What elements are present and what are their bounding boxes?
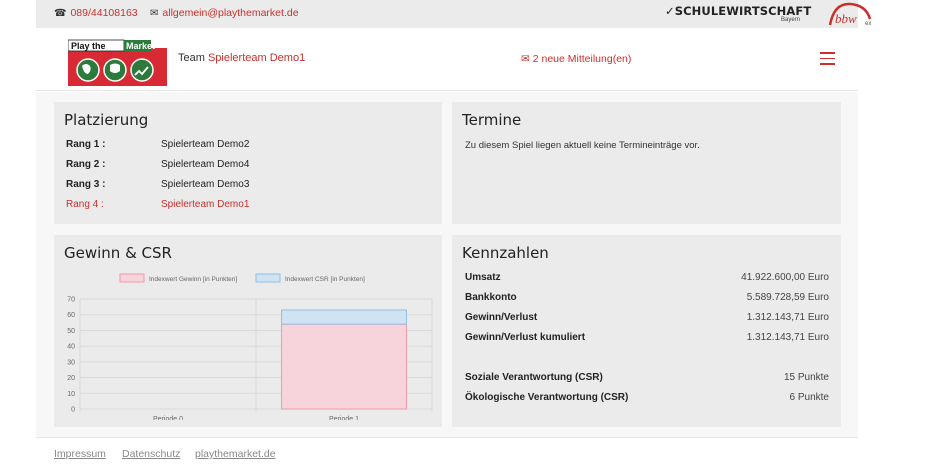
y-tick-label: 70 — [67, 297, 75, 304]
kennzahl-label: Ökologische Verantwortung (CSR) — [465, 392, 629, 403]
legend-swatch — [255, 273, 281, 283]
kennzahl-value: 15 Punkte — [783, 372, 829, 383]
termine-text: Zu diesem Spiel liegen aktuell keine Ter… — [465, 140, 700, 151]
svg-text:bbw: bbw — [835, 11, 857, 26]
email-address[interactable]: allgemein@playthemarket.de — [162, 7, 298, 19]
kennzahl-label: Soziale Verantwortung (CSR) — [465, 372, 603, 383]
check-circle-icon: ✓ — [665, 4, 675, 18]
logo-text-2: Market — [126, 41, 155, 51]
play-the-market-logo[interactable]: Play the Market — [68, 36, 167, 86]
logo-text-1: Play the — [71, 41, 106, 51]
team-name[interactable]: Spielerteam Demo1 — [208, 52, 305, 64]
team-info: Team Spielerteam Demo1 — [178, 52, 305, 64]
footer-link-datenschutz[interactable]: Datenschutz — [122, 448, 180, 460]
rank-team: Spielerteam Demo1 — [161, 199, 250, 210]
rank-label: Rang 4 : — [66, 199, 104, 210]
phone-icon: ☎ — [54, 7, 67, 19]
panel-title: Termine — [462, 111, 522, 129]
rank-label: Rang 1 : — [66, 139, 106, 150]
y-tick-label: 10 — [67, 391, 75, 398]
kennzahl-label: Gewinn/Verlust — [465, 312, 538, 323]
footer-link-website[interactable]: playthemarket.de — [195, 448, 276, 460]
footer: Impressum Datenschutz playthemarket.de — [36, 437, 858, 469]
kennzahl-value: 1.312.143,71 Euro — [746, 312, 829, 323]
panel-title: Platzierung — [64, 111, 149, 129]
legend-swatch — [119, 273, 145, 283]
kennzahl-value: 5.589.728,59 Euro — [746, 292, 829, 303]
messages-text[interactable]: 2 neue Mitteilung(en) — [533, 53, 632, 65]
bbw-logo[interactable]: bbw ex — [824, 1, 876, 27]
y-tick-label: 40 — [67, 344, 75, 351]
messages-link[interactable]: ✉ 2 neue Mitteilung(en) — [521, 53, 631, 65]
kennzahl-label: Bankkonto — [465, 292, 517, 303]
bar — [281, 309, 407, 325]
hamburger-menu-icon[interactable] — [820, 52, 835, 66]
kennzahl-label: Gewinn/Verlust kumuliert — [465, 332, 586, 343]
envelope-icon: ✉ — [521, 53, 530, 65]
email-link[interactable]: ✉ allgemein@playthemarket.de — [150, 7, 299, 19]
main-content: Platzierung Rang 1 : Spielerteam Demo2 R… — [36, 92, 858, 437]
bar — [281, 323, 407, 410]
legend-label: Indexwert CSR [in Punkten] — [285, 276, 365, 283]
phone-link[interactable]: ☎ 089/44108163 — [54, 7, 138, 19]
panel-title: Kennzahlen — [462, 244, 549, 262]
header: Play the Market Team Spielerteam Demo1 ✉… — [36, 28, 858, 91]
rank-label: Rang 2 : — [66, 159, 106, 170]
partner-sub: Bayern — [781, 17, 801, 23]
x-tick-label: Periode 1 — [329, 416, 359, 420]
gewinn-csr-chart: Indexwert Gewinn [in Punkten] Indexwert C… — [67, 273, 433, 420]
kennzahl-value: 1.312.143,71 Euro — [746, 332, 829, 343]
legend-label: Indexwert Gewinn [in Punkten] — [149, 276, 237, 283]
panel-title: Gewinn & CSR — [64, 244, 172, 262]
termine-panel: Termine Zu diesem Spiel liegen aktuell k… — [452, 102, 841, 224]
top-bar: ☎ 089/44108163 ✉ allgemein@playthemarket… — [36, 0, 871, 28]
footer-link-impressum[interactable]: Impressum — [54, 448, 106, 460]
rank-team: Spielerteam Demo4 — [161, 159, 250, 170]
y-tick-label: 30 — [67, 359, 75, 366]
schulewirtschaft-logo[interactable]: ✓SCHULEWIRTSCHAFT — [665, 4, 811, 18]
y-tick-label: 50 — [67, 328, 75, 335]
team-prefix: Team — [178, 52, 205, 64]
envelope-icon: ✉ — [150, 7, 159, 19]
rank-team: Spielerteam Demo2 — [161, 139, 250, 150]
svg-text:ex: ex — [865, 21, 871, 27]
partner-name: SCHULEWIRTSCHAFT — [674, 4, 812, 18]
phone-number[interactable]: 089/44108163 — [70, 7, 137, 19]
kennzahl-value: 41.922.600,00 Euro — [741, 272, 829, 283]
gewinn-csr-panel: Gewinn & CSR Indexwert Gewinn [in Punkte… — [54, 235, 442, 427]
y-tick-label: 60 — [67, 312, 75, 319]
rank-team: Spielerteam Demo3 — [161, 179, 250, 190]
kennzahl-value: 6 Punkte — [789, 392, 829, 403]
x-tick-label: Periode 0 — [153, 416, 183, 420]
rank-label: Rang 3 : — [66, 179, 106, 190]
kennzahl-label: Umsatz — [465, 272, 501, 283]
y-tick-label: 20 — [67, 375, 75, 382]
y-tick-label: 0 — [71, 407, 75, 414]
platzierung-panel: Platzierung Rang 1 : Spielerteam Demo2 R… — [54, 102, 442, 224]
kennzahlen-panel: Kennzahlen Umsatz 41.922.600,00 Euro Ban… — [452, 235, 841, 427]
